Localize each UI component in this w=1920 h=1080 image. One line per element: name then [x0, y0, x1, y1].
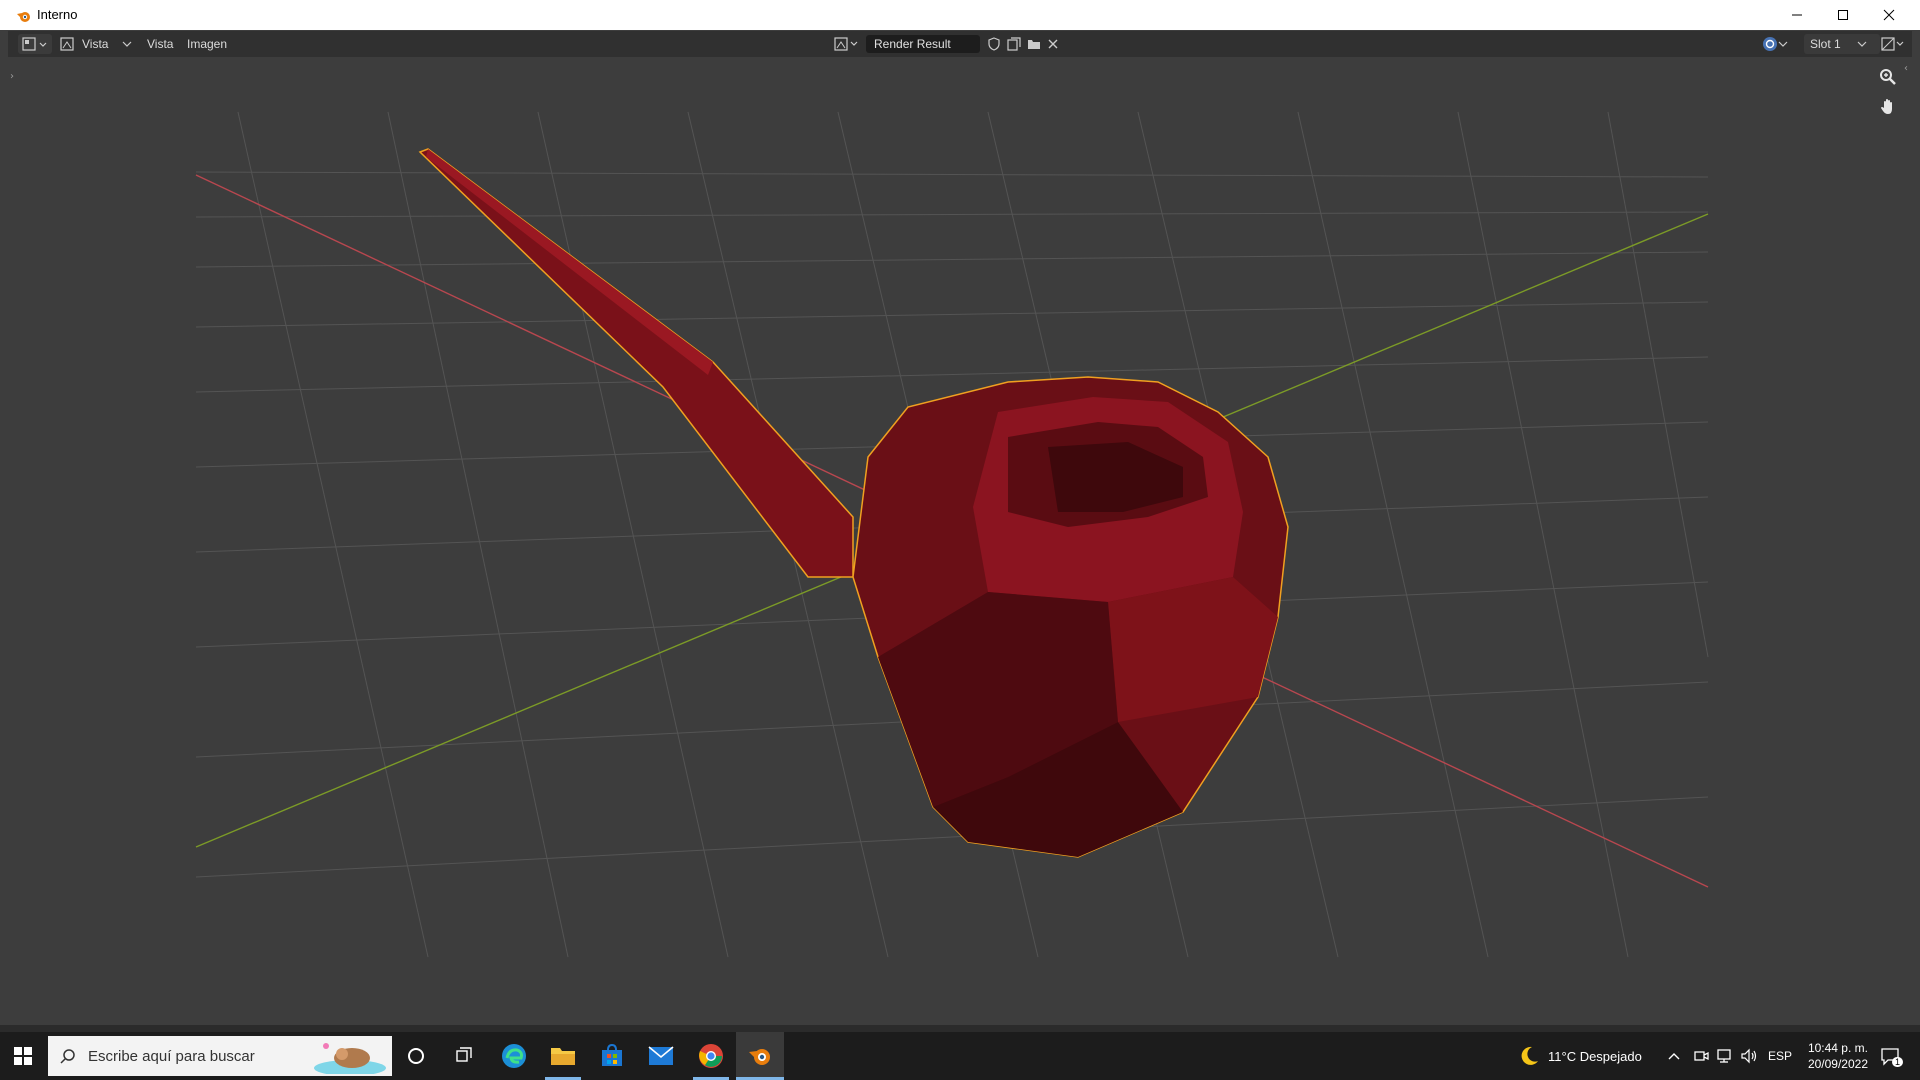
view-mode-dropdown[interactable]: Vista [56, 34, 146, 54]
folder-icon [1028, 40, 1040, 49]
speaker-icon [1741, 1048, 1757, 1064]
meet-now-button[interactable] [1693, 1032, 1709, 1080]
blender-logo-icon [17, 12, 30, 22]
unlink-image-button[interactable] [1047, 34, 1059, 54]
menu-vista-label: Vista [147, 37, 174, 51]
search-highlight-icon [314, 1043, 386, 1074]
menu-imagen[interactable]: Imagen [187, 34, 227, 54]
hand-icon [1881, 99, 1892, 114]
cortana-icon [408, 1048, 424, 1064]
sidebar-expand-arrow[interactable]: ‹ [1904, 63, 1912, 74]
pipe-stem [418, 148, 854, 578]
maximize-icon [1838, 10, 1848, 20]
edge-taskbar-button[interactable] [490, 1032, 538, 1080]
chrome-taskbar-button[interactable] [687, 1032, 735, 1080]
toolbar-expand-arrow[interactable]: › [10, 71, 20, 82]
overlay-icon [1763, 37, 1777, 51]
close-icon [1048, 39, 1058, 49]
window-title: Interno [37, 7, 78, 22]
minimize-icon [1792, 14, 1802, 16]
notification-badge: 1 [1892, 1057, 1904, 1067]
slot-dropdown[interactable]: Slot 1 [1804, 34, 1880, 54]
blender-logo-icon [749, 1049, 770, 1065]
chevron-down-icon [1778, 41, 1788, 47]
image-name-field[interactable]: Render Result [866, 35, 980, 53]
close-button[interactable] [1866, 0, 1912, 30]
render-viewport[interactable]: › ‹ [8, 57, 1912, 1027]
editor-type-button[interactable] [18, 34, 52, 54]
moon-icon [1521, 1046, 1538, 1065]
pipe-object [418, 148, 1289, 858]
chevron-up-icon [1668, 1053, 1680, 1060]
maximize-button[interactable] [1820, 0, 1866, 30]
task-view-button[interactable] [440, 1032, 488, 1080]
view-icon [60, 37, 74, 51]
overlay-toggle[interactable] [1760, 34, 1790, 54]
start-button[interactable] [0, 1032, 46, 1080]
mail-icon [648, 1046, 674, 1065]
chevron-down-icon [123, 41, 132, 47]
edge-icon [502, 1044, 526, 1068]
search-icon [60, 1049, 75, 1064]
clock-time: 10:44 p. m. [1807, 1041, 1868, 1055]
network-icon [1717, 1049, 1731, 1063]
store-taskbar-button[interactable] [588, 1032, 636, 1080]
taskbar-search[interactable]: Escribe aquí para buscar [48, 1036, 392, 1076]
blender-taskbar-button[interactable] [736, 1032, 784, 1080]
image-browse-icon [834, 37, 858, 51]
new-image-button[interactable] [1007, 34, 1021, 54]
clock[interactable]: 10:44 p. m. 20/09/2022 [1808, 1040, 1868, 1072]
channels-icon [1881, 37, 1904, 51]
search-placeholder: Escribe aquí para buscar [88, 1047, 255, 1065]
language-label: ESP [1768, 1049, 1793, 1063]
display-channels-button[interactable] [1878, 34, 1908, 54]
image-editor-header: Vista Vista Imagen Render Result Slot 1 [8, 31, 1912, 57]
mail-taskbar-button[interactable] [637, 1032, 685, 1080]
slot-label: Slot 1 [1810, 37, 1841, 51]
title-bar: Interno [0, 0, 1920, 30]
image-editor-icon [22, 37, 47, 51]
zoom-icon [1880, 69, 1896, 85]
weather-text: 11°C Despejado [1548, 1048, 1642, 1064]
pan-button[interactable] [1875, 94, 1901, 120]
folder-icon [551, 1048, 575, 1065]
windows-logo-icon [14, 1047, 32, 1065]
task-view-icon [456, 1047, 472, 1062]
file-explorer-taskbar-button[interactable] [539, 1032, 587, 1080]
camera-icon [1694, 1051, 1709, 1061]
fake-user-button[interactable] [987, 34, 1001, 54]
zoom-button[interactable] [1875, 64, 1901, 90]
chevron-down-icon [1857, 41, 1867, 47]
menu-imagen-label: Imagen [187, 37, 228, 51]
store-icon [602, 1044, 622, 1066]
close-icon [1883, 9, 1895, 21]
network-button[interactable] [1716, 1032, 1734, 1080]
duplicate-icon [1007, 37, 1021, 51]
clock-date: 20/09/2022 [1807, 1057, 1868, 1071]
minimize-button[interactable] [1774, 0, 1820, 30]
menu-vista[interactable]: Vista [147, 34, 173, 54]
view-mode-label: Vista [82, 37, 109, 51]
windows-taskbar: Escribe aquí para buscar 11°C Despejado [0, 1032, 1920, 1080]
open-image-button[interactable] [1027, 34, 1041, 54]
tray-overflow-button[interactable] [1668, 1032, 1680, 1080]
blender-window: Interno Vista Vista Imagen Render Result… [0, 0, 1920, 1035]
shield-icon [988, 37, 1000, 51]
chrome-icon [699, 1044, 723, 1068]
language-indicator[interactable]: ESP [1768, 1032, 1792, 1080]
notification-center-button[interactable]: 1 [1880, 1032, 1911, 1080]
weather-widget[interactable]: 11°C Despejado [1518, 1032, 1642, 1080]
volume-button[interactable] [1740, 1032, 1758, 1080]
cortana-button[interactable] [392, 1032, 440, 1080]
render-canvas [195, 111, 1709, 958]
